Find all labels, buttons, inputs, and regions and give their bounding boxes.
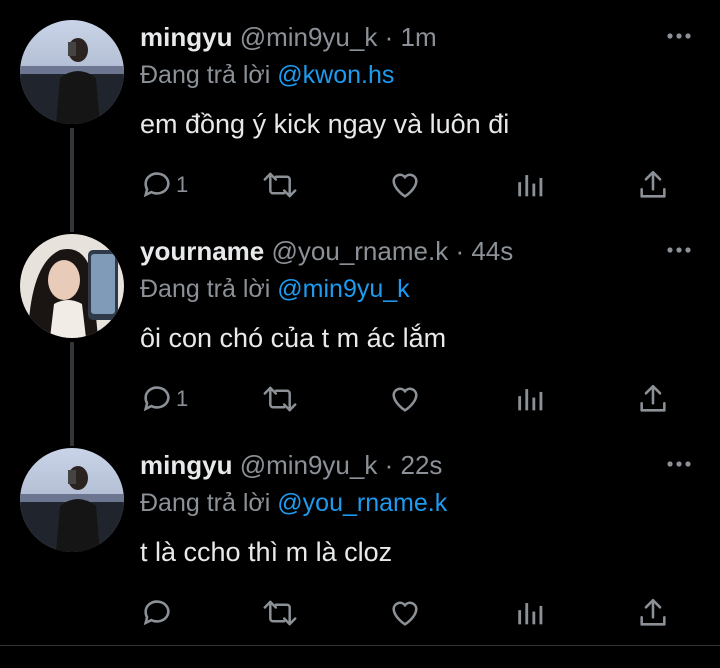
avatar[interactable] — [20, 20, 124, 124]
replying-label: Đang trả lời — [140, 275, 271, 303]
display-name[interactable]: mingyu — [140, 22, 232, 52]
tweet-actions — [140, 596, 700, 630]
replying-to: Đang trả lời @you_rname.k — [140, 486, 447, 520]
replying-to: Đang trả lời @kwon.hs — [140, 58, 394, 92]
avatar[interactable] — [20, 448, 124, 552]
reply-button[interactable]: 1 — [140, 168, 188, 202]
replying-label: Đang trả lời — [140, 489, 271, 517]
analytics-button[interactable] — [514, 168, 548, 202]
like-icon — [388, 596, 422, 630]
replying-mention[interactable]: @min9yu_k — [277, 275, 409, 303]
retweet-icon — [262, 596, 298, 630]
share-button[interactable] — [636, 596, 670, 630]
share-icon — [636, 596, 670, 630]
share-button[interactable] — [636, 168, 670, 202]
timestamp[interactable]: 1m — [401, 22, 437, 52]
replying-label: Đang trả lời — [140, 61, 271, 89]
retweet-button[interactable] — [262, 168, 298, 202]
tweet-text: ôi con chó của t m ác lắm — [140, 323, 447, 353]
like-icon — [388, 382, 422, 416]
timestamp[interactable]: 44s — [471, 236, 513, 266]
separator: · — [384, 22, 394, 52]
handle[interactable]: @min9yu_k — [240, 450, 378, 480]
tweet-text: t là ccho thì m là cloz — [140, 537, 393, 567]
handle[interactable]: @you_rname.k — [272, 236, 449, 266]
like-icon — [388, 168, 422, 202]
tweet[interactable]: mingyu @min9yu_k · 22s Đang trả lời @you… — [0, 448, 720, 648]
replying-to: Đang trả lời @min9yu_k — [140, 272, 410, 306]
display-name[interactable]: yourname — [140, 236, 264, 266]
reply-icon — [140, 596, 174, 630]
tweet[interactable]: yourname @you_rname.k · 44s Đang trả lời… — [0, 234, 720, 434]
avatar[interactable] — [20, 234, 124, 338]
reply-button[interactable]: 1 — [140, 382, 188, 416]
share-button[interactable] — [636, 382, 670, 416]
separator: · — [384, 450, 394, 480]
retweet-icon — [262, 382, 298, 416]
like-button[interactable] — [388, 596, 422, 630]
tweet[interactable]: mingyu @min9yu_k · 1m Đang trả lời @kwon… — [0, 20, 720, 220]
like-button[interactable] — [388, 382, 422, 416]
analytics-button[interactable] — [514, 596, 548, 630]
share-icon — [636, 382, 670, 416]
analytics-icon — [514, 382, 548, 416]
handle[interactable]: @min9yu_k — [240, 22, 378, 52]
retweet-icon — [262, 168, 298, 202]
tweet-header: mingyu @min9yu_k · 22s — [140, 448, 442, 482]
analytics-icon — [514, 596, 548, 630]
reply-count: 1 — [176, 172, 189, 197]
tweet-actions: 1 — [140, 168, 700, 202]
share-icon — [636, 168, 670, 202]
tweet-header: mingyu @min9yu_k · 1m — [140, 20, 437, 54]
tweet-header: yourname @you_rname.k · 44s — [140, 234, 513, 268]
replying-mention[interactable]: @kwon.hs — [277, 61, 394, 89]
timestamp[interactable]: 22s — [401, 450, 443, 480]
separator: · — [455, 236, 465, 266]
retweet-button[interactable] — [262, 382, 298, 416]
more-icon[interactable] — [666, 454, 692, 474]
reply-icon — [140, 382, 174, 416]
reply-icon — [140, 168, 174, 202]
analytics-button[interactable] — [514, 382, 548, 416]
more-icon[interactable] — [666, 240, 692, 260]
like-button[interactable] — [388, 168, 422, 202]
reply-button[interactable] — [140, 596, 176, 630]
reply-count: 1 — [176, 386, 189, 411]
analytics-icon — [514, 168, 548, 202]
bottom-divider — [0, 645, 720, 646]
tweet-actions: 1 — [140, 382, 700, 416]
display-name[interactable]: mingyu — [140, 450, 232, 480]
more-icon[interactable] — [666, 26, 692, 46]
replying-mention[interactable]: @you_rname.k — [277, 489, 447, 517]
tweet-text: em đồng ý kick ngay và luôn đi — [140, 109, 510, 139]
retweet-button[interactable] — [262, 596, 298, 630]
